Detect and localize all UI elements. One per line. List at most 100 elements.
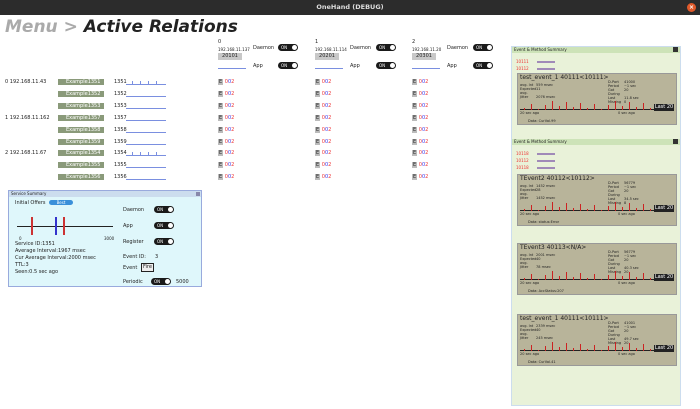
event-cell[interactable]: E 002 bbox=[315, 127, 331, 133]
chart-bar bbox=[559, 276, 560, 280]
stat-row: During Last 49.7 sec bbox=[608, 333, 639, 341]
app-toggle[interactable]: ON bbox=[154, 222, 174, 229]
stat-key: During Last bbox=[608, 92, 620, 100]
spark-baseline bbox=[126, 144, 166, 145]
host-label: 1 192.168.11.162 bbox=[5, 115, 50, 121]
event-cell[interactable]: E 002 bbox=[412, 103, 428, 109]
event-cell[interactable]: E 002 bbox=[315, 162, 331, 168]
stat-key: During Last bbox=[608, 193, 620, 201]
row-chip[interactable]: Example1358 bbox=[58, 127, 104, 133]
event-label: Event bbox=[123, 265, 138, 271]
event-cell[interactable]: E 002 bbox=[412, 91, 428, 97]
app-toggle[interactable]: ON bbox=[473, 62, 493, 69]
register-toggle[interactable]: ON bbox=[154, 238, 174, 245]
row-sparkline bbox=[126, 150, 166, 156]
chart-bar bbox=[531, 205, 532, 211]
row-chip[interactable]: Example1359 bbox=[58, 139, 104, 145]
event-cell[interactable]: E 002 bbox=[218, 127, 234, 133]
spark-baseline bbox=[126, 167, 166, 168]
close-icon[interactable] bbox=[673, 47, 678, 52]
event-cell[interactable]: E 002 bbox=[412, 79, 428, 85]
toggle-knob bbox=[487, 63, 492, 68]
daemon-toggle[interactable]: ON bbox=[376, 44, 396, 51]
last-button[interactable]: Last 20 bbox=[654, 104, 674, 111]
row-chip[interactable]: Example1356 bbox=[58, 174, 104, 180]
app-toggle[interactable]: ON bbox=[376, 62, 396, 69]
interval-slider[interactable] bbox=[17, 217, 113, 235]
offers-badge[interactable]: Best bbox=[49, 200, 73, 205]
event-cell[interactable]: E 002 bbox=[218, 162, 234, 168]
row-chip[interactable]: Example1351 bbox=[58, 79, 104, 85]
chart-x-end: 0 sec ago bbox=[618, 352, 635, 356]
event-cell[interactable]: E 002 bbox=[218, 79, 234, 85]
last-button[interactable]: Last 20 bbox=[654, 345, 674, 352]
event-cell[interactable]: E 002 bbox=[315, 103, 331, 109]
chart-bar bbox=[650, 278, 651, 280]
page-title: Active Relations bbox=[83, 17, 238, 37]
event-cell[interactable]: E 002 bbox=[218, 150, 234, 156]
event-cell[interactable]: E 002 bbox=[412, 174, 428, 180]
count-value: 2 bbox=[425, 127, 429, 133]
event-cell[interactable]: E 002 bbox=[412, 115, 428, 121]
event-marker: E bbox=[412, 139, 418, 145]
chart-bar bbox=[538, 350, 539, 351]
event-cell[interactable]: E 002 bbox=[218, 174, 234, 180]
count-value: 2 bbox=[231, 103, 235, 109]
chart-x-end: 0 sec ago bbox=[618, 111, 635, 115]
daemon-toggle[interactable]: ON bbox=[278, 44, 298, 51]
chart-bar bbox=[552, 342, 553, 351]
fire-button[interactable]: Fire bbox=[141, 263, 154, 272]
event-cell[interactable]: E 002 bbox=[218, 103, 234, 109]
breadcrumb-menu[interactable]: Menu bbox=[5, 17, 58, 37]
event-chart bbox=[520, 270, 674, 280]
event-cell[interactable]: E 002 bbox=[412, 127, 428, 133]
row-chip[interactable]: Example1354 bbox=[58, 150, 104, 156]
close-icon[interactable] bbox=[196, 192, 200, 196]
count-value: 2 bbox=[425, 162, 429, 168]
event-cell[interactable]: E 002 bbox=[315, 150, 331, 156]
event-cell[interactable]: E 002 bbox=[218, 91, 234, 97]
event-cell[interactable]: E 002 bbox=[218, 139, 234, 145]
event-marker: E bbox=[218, 91, 224, 97]
event-marker: E bbox=[412, 162, 418, 168]
panel-header: Service Summary bbox=[9, 191, 201, 197]
count-value: 2 bbox=[328, 79, 332, 85]
instance-ip: 192.168.11.20 bbox=[412, 47, 442, 52]
chart-bar bbox=[552, 101, 553, 110]
row-chip[interactable]: Example1355 bbox=[58, 162, 104, 168]
daemon-toggle[interactable]: ON bbox=[154, 206, 174, 213]
event-data: Data: CurVal.99 bbox=[528, 119, 556, 123]
toggle-label: ON bbox=[281, 63, 288, 68]
event-cell[interactable]: E 002 bbox=[315, 174, 331, 180]
chart-x-start: 20 sec ago bbox=[520, 352, 540, 356]
event-cell[interactable]: E 002 bbox=[412, 162, 428, 168]
event-cell[interactable]: E 002 bbox=[412, 139, 428, 145]
periodic-label: Periodic bbox=[123, 279, 143, 285]
event-cell[interactable]: E 002 bbox=[315, 115, 331, 121]
breadcrumb: Menu > Active Relations bbox=[5, 17, 238, 37]
event-data: Data: CurVal.41 bbox=[528, 360, 556, 364]
close-icon[interactable] bbox=[673, 139, 678, 144]
event-cell[interactable]: E 002 bbox=[412, 150, 428, 156]
periodic-toggle[interactable]: ON bbox=[151, 278, 171, 285]
row-chip[interactable]: Example1357 bbox=[58, 115, 104, 121]
daemon-toggle[interactable]: ON bbox=[473, 44, 493, 51]
chart-bar bbox=[580, 103, 581, 110]
spark-tick bbox=[140, 152, 141, 156]
row-chip[interactable]: Example1352 bbox=[58, 91, 104, 97]
periodic-value[interactable]: 5000 bbox=[176, 279, 189, 285]
event-cell[interactable]: E 002 bbox=[315, 139, 331, 145]
close-icon[interactable]: × bbox=[687, 3, 696, 12]
row-chip[interactable]: Example1353 bbox=[58, 103, 104, 109]
app-toggle[interactable]: ON bbox=[278, 62, 298, 69]
event-marker: E bbox=[218, 115, 224, 121]
count-value: 2 bbox=[231, 79, 235, 85]
last-button[interactable]: Last 20 bbox=[654, 274, 674, 281]
event-cell[interactable]: E 002 bbox=[315, 79, 331, 85]
chart-bar bbox=[601, 210, 602, 211]
event-marker: E bbox=[412, 115, 418, 121]
event-cell[interactable]: E 002 bbox=[218, 115, 234, 121]
service-id: Service ID:1351 bbox=[15, 241, 55, 247]
event-cell[interactable]: E 002 bbox=[315, 91, 331, 97]
last-button[interactable]: Last 20 bbox=[654, 205, 674, 212]
